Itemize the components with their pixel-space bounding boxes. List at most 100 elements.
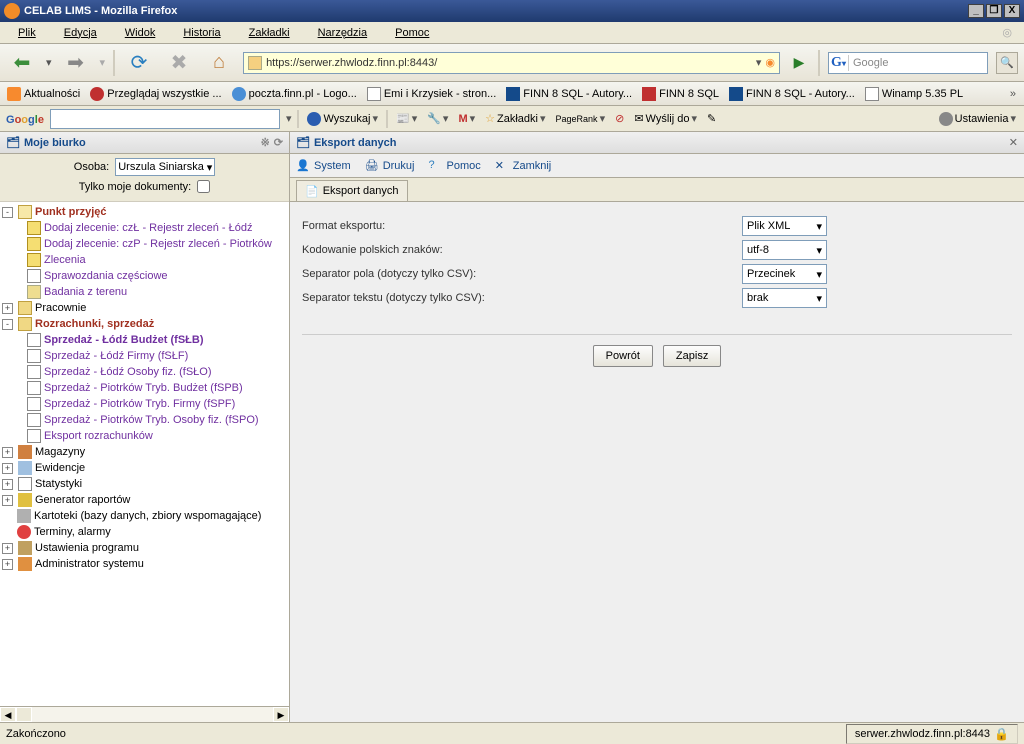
- textsep-select[interactable]: brak▾: [742, 288, 827, 308]
- tree-expand-icon[interactable]: +: [2, 479, 13, 490]
- url-dropdown[interactable]: ▾: [752, 56, 766, 69]
- google-engine-icon[interactable]: G▾: [829, 55, 849, 71]
- menu-help[interactable]: Pomoc: [383, 25, 441, 41]
- reload-button[interactable]: ⟳: [123, 47, 155, 79]
- tree-item[interactable]: Sprzedaż - Piotrków Tryb. Budżet (fSPB): [44, 382, 243, 394]
- menu-bookmarks[interactable]: Zakładki: [237, 25, 302, 41]
- format-select[interactable]: Plik XML▾: [742, 216, 827, 236]
- google-settings-button[interactable]: Ustawienia▾: [937, 112, 1018, 126]
- tree-item[interactable]: Dodaj zlecenie: czP - Rejestr zleceń - P…: [44, 238, 272, 250]
- tree-expand-icon[interactable]: +: [2, 463, 13, 474]
- menu-view[interactable]: Widok: [113, 25, 168, 41]
- tree-item[interactable]: Eksport rozrachunków: [44, 430, 153, 442]
- panel-close-button[interactable]: ✕: [1009, 136, 1018, 149]
- send-to-button[interactable]: ✉Wyślij do▾: [632, 112, 699, 125]
- tree-item[interactable]: Ewidencje: [35, 462, 85, 474]
- home-button[interactable]: ⌂: [203, 47, 235, 79]
- tree-item[interactable]: Sprzedaż - Łódź Firmy (fSŁF): [44, 350, 188, 362]
- sidebar-refresh-icon[interactable]: ⟳: [274, 136, 283, 149]
- menu-edit[interactable]: Edycja: [52, 25, 109, 41]
- tree-expand-icon[interactable]: +: [2, 495, 13, 506]
- back-button[interactable]: ⬅: [6, 47, 38, 79]
- google-search-dropdown[interactable]: ▾: [286, 112, 292, 125]
- toolbar-system[interactable]: 👤System: [296, 159, 351, 173]
- go-button[interactable]: ▶: [788, 52, 810, 74]
- url-text[interactable]: https://serwer.zhwlodz.finn.pl:8443/: [266, 57, 752, 69]
- status-security[interactable]: serwer.zhwlodz.finn.pl:8443 🔒: [846, 724, 1018, 744]
- back-dropdown[interactable]: ▾: [46, 56, 52, 69]
- bookmark-item[interactable]: Aktualności: [4, 85, 83, 103]
- restore-button[interactable]: ❐: [986, 4, 1002, 18]
- search-button[interactable]: 🔍: [996, 52, 1018, 74]
- scroll-thumb[interactable]: [16, 707, 32, 722]
- horizontal-scrollbar[interactable]: ◀ ▶: [0, 706, 289, 722]
- toolbar-close[interactable]: ✕Zamknij: [495, 159, 552, 173]
- google-search-input[interactable]: [50, 109, 280, 129]
- fieldsep-select[interactable]: Przecinek▾: [742, 264, 827, 284]
- back-button[interactable]: Powrót: [593, 345, 653, 367]
- menu-history[interactable]: Historia: [171, 25, 232, 41]
- tree-item[interactable]: Sprawozdania częściowe: [44, 270, 168, 282]
- bookmark-item[interactable]: Winamp 5.35 PL: [862, 85, 966, 103]
- save-button[interactable]: Zapisz: [663, 345, 721, 367]
- google-search-button[interactable]: Wyszukaj▾: [305, 112, 380, 126]
- highlight-button[interactable]: ✎: [705, 112, 718, 125]
- pagerank-button[interactable]: PageRank▾: [554, 112, 608, 125]
- tab-export-data[interactable]: 📄Eksport danych: [296, 180, 408, 201]
- bookmark-item[interactable]: Przeglądaj wszystkie ...: [87, 85, 224, 103]
- tree-view[interactable]: - Punkt przyjęć Dodaj zlecenie: czŁ - Rej…: [0, 202, 289, 706]
- tree-collapse-icon[interactable]: -: [2, 319, 13, 330]
- bookmark-item[interactable]: poczta.finn.pl - Logo...: [229, 85, 360, 103]
- tree-item[interactable]: Sprzedaż - Piotrków Tryb. Osoby fiz. (fS…: [44, 414, 259, 426]
- scroll-right-icon[interactable]: ▶: [273, 707, 289, 722]
- menu-file[interactable]: Plik: [6, 25, 48, 41]
- tree-expand-icon[interactable]: +: [2, 543, 13, 554]
- forward-dropdown[interactable]: ▾: [100, 56, 106, 69]
- tree-expand-icon[interactable]: +: [2, 559, 13, 570]
- tree-item[interactable]: Pracownie: [35, 302, 86, 314]
- google-news-button[interactable]: 📰▾: [394, 112, 419, 125]
- google-tools-button[interactable]: 🔧▾: [425, 112, 450, 125]
- tree-item[interactable]: Administrator systemu: [35, 558, 144, 570]
- tree-item[interactable]: Dodaj zlecenie: czŁ - Rejestr zleceń - Ł…: [44, 222, 252, 234]
- tree-item[interactable]: Zlecenia: [44, 254, 86, 266]
- tree-item[interactable]: Sprzedaż - Piotrków Tryb. Firmy (fSPF): [44, 398, 235, 410]
- onlymine-checkbox[interactable]: [197, 180, 210, 193]
- sidebar-collapse-icon[interactable]: ※: [261, 136, 270, 149]
- tree-item[interactable]: Badania z terenu: [44, 286, 127, 298]
- tree-item-selected[interactable]: Sprzedaż - Łódź Budżet (fSŁB): [44, 334, 204, 346]
- tree-item[interactable]: Terminy, alarmy: [34, 526, 111, 538]
- scroll-left-icon[interactable]: ◀: [0, 707, 16, 722]
- tree-item[interactable]: Statystyki: [35, 478, 82, 490]
- tree-item[interactable]: Magazyny: [35, 446, 85, 458]
- tree-item[interactable]: Ustawienia programu: [35, 542, 139, 554]
- feed-icon[interactable]: ◉: [765, 56, 775, 69]
- search-box[interactable]: G▾ Google: [828, 52, 988, 74]
- tree-collapse-icon[interactable]: -: [2, 207, 13, 218]
- toolbar-help[interactable]: ?Pomoc: [428, 159, 480, 173]
- bookmark-item[interactable]: FINN 8 SQL: [639, 85, 722, 103]
- bookmark-item[interactable]: FINN 8 SQL - Autory...: [726, 85, 858, 103]
- close-button[interactable]: X: [1004, 4, 1020, 18]
- tree-item[interactable]: Kartoteki (bazy danych, zbiory wspomagaj…: [34, 510, 261, 522]
- url-bar[interactable]: https://serwer.zhwlodz.finn.pl:8443/ ▾ ◉: [243, 52, 780, 74]
- encoding-select[interactable]: utf-8▾: [742, 240, 827, 260]
- gmail-button[interactable]: M▾: [456, 112, 477, 125]
- minimize-button[interactable]: _: [968, 4, 984, 18]
- block-button[interactable]: ⊘: [613, 112, 626, 125]
- stop-button[interactable]: ✖: [163, 47, 195, 79]
- tree-item[interactable]: Sprzedaż - Łódź Osoby fiz. (fSŁO): [44, 366, 212, 378]
- menu-tools[interactable]: Narzędzia: [306, 25, 380, 41]
- bookmarks-overflow[interactable]: »: [1006, 88, 1020, 100]
- bookmark-item[interactable]: FINN 8 SQL - Autory...: [503, 85, 635, 103]
- tree-item[interactable]: Rozrachunki, sprzedaż: [35, 318, 154, 330]
- tree-expand-icon[interactable]: +: [2, 447, 13, 458]
- search-input[interactable]: Google: [849, 57, 987, 69]
- tree-item[interactable]: Punkt przyjęć: [35, 206, 107, 218]
- google-star-button[interactable]: ☆Zakładki▾: [483, 112, 547, 125]
- bookmark-item[interactable]: Emi i Krzysiek - stron...: [364, 85, 499, 103]
- tree-item[interactable]: Generator raportów: [35, 494, 130, 506]
- toolbar-print[interactable]: 🖨Drukuj: [365, 159, 415, 173]
- osoba-select[interactable]: Urszula Siniarska▾: [115, 158, 215, 176]
- tree-expand-icon[interactable]: +: [2, 303, 13, 314]
